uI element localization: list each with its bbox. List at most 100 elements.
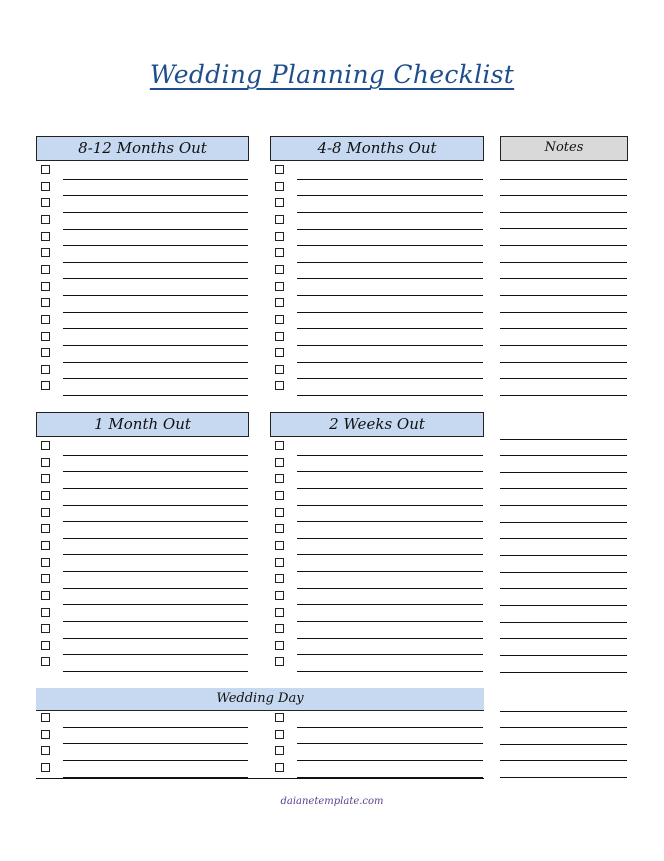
checkbox[interactable] (41, 557, 50, 567)
checkbox[interactable] (41, 762, 50, 772)
notes-line[interactable] (500, 727, 627, 729)
checkbox[interactable] (41, 214, 50, 224)
checkbox[interactable] (275, 474, 284, 484)
notes-line[interactable] (500, 571, 627, 573)
checkbox[interactable] (275, 762, 284, 772)
checkbox[interactable] (41, 490, 50, 500)
notes-line[interactable] (500, 621, 627, 623)
checkbox[interactable] (41, 181, 50, 191)
checkbox[interactable] (41, 507, 50, 517)
checkbox[interactable] (41, 574, 50, 584)
checkbox[interactable] (275, 524, 284, 534)
checkbox[interactable] (275, 298, 284, 308)
checkbox[interactable] (275, 490, 284, 500)
checkbox[interactable] (41, 474, 50, 484)
notes-line[interactable] (500, 638, 627, 640)
checkbox[interactable] (41, 331, 50, 341)
notes-line[interactable] (500, 394, 627, 396)
checkbox[interactable] (41, 165, 50, 174)
notes-line[interactable] (500, 361, 627, 363)
checkbox[interactable] (275, 248, 284, 258)
checkbox[interactable] (41, 713, 50, 722)
notes-line[interactable] (500, 328, 627, 330)
checkbox[interactable] (41, 746, 50, 756)
notes-line[interactable] (500, 438, 627, 440)
checkbox[interactable] (275, 729, 284, 739)
notes-line[interactable] (500, 455, 627, 457)
checkbox[interactable] (41, 590, 50, 600)
checkbox[interactable] (275, 314, 284, 324)
notes-line[interactable] (500, 538, 627, 540)
checkbox[interactable] (41, 457, 50, 467)
notes-line[interactable] (500, 743, 627, 745)
notes-line[interactable] (500, 521, 627, 523)
notes-line[interactable] (500, 488, 627, 490)
checkbox[interactable] (41, 729, 50, 739)
checkbox[interactable] (275, 507, 284, 517)
notes-line[interactable] (500, 555, 627, 557)
notes-line[interactable] (500, 654, 627, 656)
notes-line[interactable] (500, 777, 627, 779)
notes-line[interactable] (500, 505, 627, 507)
checkbox[interactable] (275, 165, 284, 174)
checkbox[interactable] (41, 264, 50, 274)
checkbox[interactable] (275, 607, 284, 617)
checkbox[interactable] (41, 281, 50, 291)
checkbox[interactable] (41, 198, 50, 208)
notes-line[interactable] (500, 760, 627, 762)
write-line[interactable] (63, 395, 248, 397)
checkbox[interactable] (41, 248, 50, 258)
checkbox[interactable] (41, 540, 50, 550)
checkbox[interactable] (275, 457, 284, 467)
checkbox[interactable] (41, 607, 50, 617)
checkbox[interactable] (275, 331, 284, 341)
notes-line[interactable] (500, 605, 627, 606)
write-line[interactable] (297, 395, 483, 397)
checkbox[interactable] (275, 557, 284, 567)
write-line[interactable] (297, 671, 483, 673)
notes-line[interactable] (500, 311, 627, 313)
notes-line[interactable] (500, 710, 627, 712)
checkbox[interactable] (275, 231, 284, 241)
notes-line[interactable] (500, 378, 627, 380)
checkbox[interactable] (275, 381, 284, 391)
notes-line[interactable] (500, 228, 627, 230)
notes-line[interactable] (500, 261, 627, 263)
checkbox[interactable] (275, 624, 284, 634)
notes-line[interactable] (500, 471, 627, 473)
notes-line[interactable] (500, 295, 627, 297)
notes-line[interactable] (500, 195, 627, 197)
checkbox[interactable] (275, 264, 284, 274)
notes-line[interactable] (500, 211, 627, 213)
checkbox[interactable] (41, 657, 50, 667)
checkbox[interactable] (41, 524, 50, 534)
checkbox[interactable] (275, 657, 284, 667)
checkbox[interactable] (275, 181, 284, 191)
checkbox[interactable] (41, 314, 50, 324)
checkbox[interactable] (41, 381, 50, 391)
checkbox[interactable] (41, 298, 50, 308)
write-line[interactable] (63, 671, 248, 673)
checkbox[interactable] (275, 348, 284, 358)
checkbox[interactable] (41, 624, 50, 634)
notes-line[interactable] (500, 245, 627, 247)
checkbox[interactable] (275, 281, 284, 291)
checkbox[interactable] (275, 713, 284, 722)
checkbox[interactable] (275, 574, 284, 584)
notes-line[interactable] (500, 588, 627, 590)
checkbox[interactable] (275, 364, 284, 374)
checkbox[interactable] (275, 198, 284, 208)
checkbox[interactable] (275, 746, 284, 756)
checkbox[interactable] (41, 348, 50, 358)
checkbox[interactable] (275, 540, 284, 550)
checkbox[interactable] (41, 364, 50, 374)
notes-line[interactable] (500, 178, 627, 180)
checkbox[interactable] (275, 590, 284, 600)
checkbox[interactable] (275, 214, 284, 224)
checkbox[interactable] (41, 441, 50, 450)
notes-line[interactable] (500, 671, 627, 673)
checkbox[interactable] (275, 441, 284, 450)
checkbox[interactable] (41, 231, 50, 241)
checkbox[interactable] (275, 640, 284, 650)
notes-line[interactable] (500, 345, 627, 346)
